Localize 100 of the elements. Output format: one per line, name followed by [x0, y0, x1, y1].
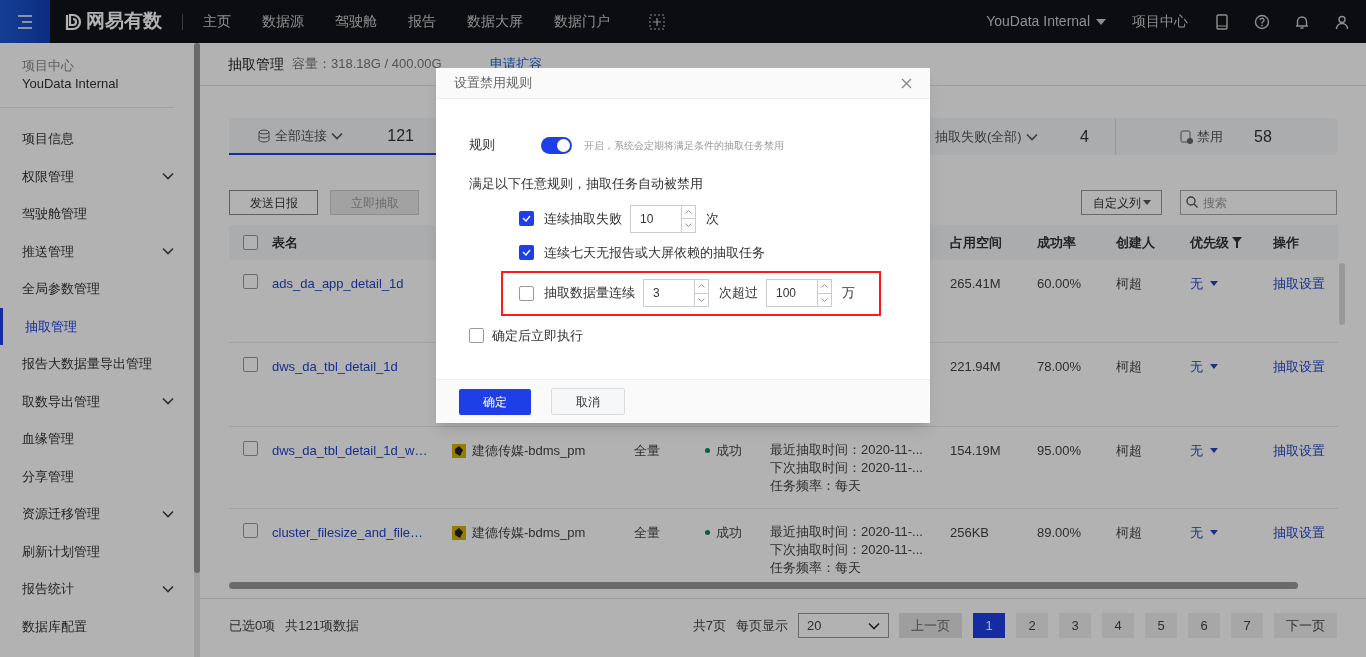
caret-down-icon — [1210, 281, 1218, 287]
row-checkbox[interactable] — [243, 274, 258, 289]
table-name-link[interactable]: cluster_filesize_and_file… — [272, 523, 445, 543]
sidebar-item[interactable]: 推送管理 — [0, 232, 194, 270]
source-name: 建德传媒-bdms_pm — [472, 524, 586, 542]
chevron-down-icon — [162, 509, 174, 518]
page-size-select[interactable]: 20 — [798, 613, 889, 638]
search-field[interactable]: 搜索 — [1180, 190, 1337, 216]
table-cell-text: 95.00% — [1037, 442, 1083, 460]
toolbar-icon-button[interactable] — [1214, 13, 1230, 30]
nav-link[interactable]: 主页 — [203, 11, 231, 32]
toolbar-icon-button[interactable] — [1294, 13, 1310, 30]
close-button[interactable] — [901, 77, 912, 89]
toolbar-icon-button[interactable] — [1334, 13, 1350, 30]
confirm-button[interactable]: 确定 — [459, 388, 531, 415]
checkbox[interactable] — [519, 285, 534, 301]
sidebar-item[interactable]: 资源迁移管理 — [0, 495, 194, 533]
stat-tab[interactable]: 抽取失败(全部) 4 — [931, 118, 1116, 155]
checkbox[interactable] — [469, 327, 484, 343]
project-caption: 项目中心 — [22, 57, 75, 75]
settings-link[interactable]: 抽取设置 — [1273, 441, 1338, 461]
chevron-down-icon — [821, 297, 828, 302]
row-checkbox[interactable] — [243, 357, 258, 372]
priority-dropdown[interactable]: 无 — [1190, 274, 1266, 294]
priority-dropdown[interactable]: 无 — [1190, 441, 1266, 461]
number-field[interactable]: 100 — [766, 279, 832, 307]
nav-link[interactable]: 驾驶舱 — [335, 11, 377, 32]
checkbox[interactable] — [519, 245, 534, 260]
table-cell-text: 154.19M — [950, 442, 1002, 460]
settings-link[interactable]: 抽取设置 — [1273, 357, 1338, 377]
logo-icon — [64, 12, 82, 31]
priority-dropdown[interactable]: 无 — [1190, 357, 1266, 377]
sidebar-item[interactable]: 权限管理 — [0, 157, 194, 195]
sidebar-item[interactable]: 血缘管理 — [0, 420, 194, 458]
nav-link[interactable]: 数据源 — [262, 11, 304, 32]
table-cell-text: 全量 — [634, 442, 661, 460]
table-cell-text: 柯超 — [1116, 442, 1143, 460]
horizontal-scrollbar[interactable] — [229, 582, 1298, 589]
page-number-button[interactable]: 4 — [1102, 613, 1134, 638]
column-header: 表名 — [272, 233, 298, 252]
page-number-button[interactable]: 6 — [1188, 613, 1220, 638]
rule-text: 次超过 — [719, 284, 758, 303]
add-tab-button[interactable] — [649, 13, 665, 30]
page-title: 抽取管理 — [228, 54, 284, 74]
nav-link[interactable]: 报告 — [408, 11, 436, 32]
project-dropdown[interactable]: YouData Internal — [986, 11, 1106, 32]
rule-intro-text: 满足以下任意规则，抽取任务自动被禁用 — [469, 175, 704, 193]
nav-link[interactable]: 数据大屏 — [467, 11, 523, 32]
menu-button[interactable] — [0, 0, 50, 43]
number-field[interactable]: 3 — [643, 279, 709, 307]
table-cell-text: 89.00% — [1037, 524, 1083, 542]
toolbar-button[interactable]: 发送日报 — [229, 190, 318, 215]
sidebar-item[interactable]: 刷新计划管理 — [0, 532, 194, 570]
sidebar-item[interactable]: 报告统计 — [0, 570, 194, 608]
next-page-button[interactable]: 下一页 — [1274, 613, 1337, 638]
page-number-button[interactable]: 2 — [1016, 613, 1048, 638]
custom-columns-dropdown[interactable]: 自定义列 — [1081, 190, 1162, 215]
sidebar-item[interactable]: 报告大数据量导出管理 — [0, 345, 194, 383]
sidebar-item[interactable]: 项目信息 — [0, 120, 194, 158]
schedule-text: 下次抽取时间：2020-11-... — [770, 459, 924, 477]
plus-icon — [649, 13, 665, 30]
schedule-text: 最近抽取时间：2020-11-... — [770, 441, 924, 459]
stat-tab[interactable]: 禁用 58 — [1116, 118, 1337, 155]
number-field[interactable]: 10 — [630, 204, 696, 233]
close-icon — [901, 77, 912, 89]
scrollbar-thumb[interactable] — [194, 43, 200, 573]
toggle-switch[interactable] — [541, 136, 572, 154]
sidebar-item[interactable]: 驾驶舱管理 — [0, 195, 194, 233]
page-number-button[interactable]: 1 — [973, 613, 1005, 638]
table-cell-text: 柯超 — [1116, 358, 1143, 376]
page-number-button[interactable]: 5 — [1145, 613, 1177, 638]
table-name-link[interactable]: dws_da_tbl_detail_1d_w… — [272, 441, 445, 461]
check-icon — [522, 215, 531, 222]
sidebar-item[interactable]: 全局参数管理 — [0, 270, 194, 308]
row-checkbox[interactable] — [243, 523, 258, 538]
settings-link[interactable]: 抽取设置 — [1273, 523, 1338, 543]
cancel-button[interactable]: 取消 — [551, 388, 625, 415]
toolbar-icon-button[interactable] — [1254, 13, 1270, 30]
hint-text: 开启，系统会定期将满足条件的抽取任务禁用 — [584, 138, 784, 153]
table-cell-text: 265.41M — [950, 275, 1002, 293]
row-checkbox[interactable] — [243, 441, 258, 456]
stat-count: 58 — [1254, 126, 1272, 147]
page-number-button[interactable]: 3 — [1059, 613, 1091, 638]
nav-link[interactable]: 数据门户 — [554, 11, 610, 32]
priority-dropdown[interactable]: 无 — [1190, 523, 1266, 543]
sidebar-item[interactable]: 数据库配置 — [0, 607, 194, 645]
rule-label: 规则 — [469, 136, 496, 155]
chevron-down-icon — [162, 247, 174, 256]
caret-down-icon — [1210, 448, 1218, 454]
sidebar-item[interactable]: 取数导出管理 — [0, 382, 194, 420]
settings-link[interactable]: 抽取设置 — [1273, 274, 1338, 294]
table-cell-text: 221.94M — [950, 358, 1002, 376]
checkbox[interactable] — [519, 211, 534, 226]
select-all-checkbox[interactable] — [243, 235, 258, 250]
page-number-button[interactable]: 7 — [1231, 613, 1263, 638]
sidebar-item[interactable]: 分享管理 — [0, 457, 194, 495]
rule-text: 抽取数据量连续 — [544, 284, 635, 303]
project-center-link[interactable]: 项目中心 — [1132, 11, 1188, 32]
vertical-scrollbar[interactable] — [1339, 263, 1345, 325]
chevron-down-icon — [162, 172, 174, 181]
